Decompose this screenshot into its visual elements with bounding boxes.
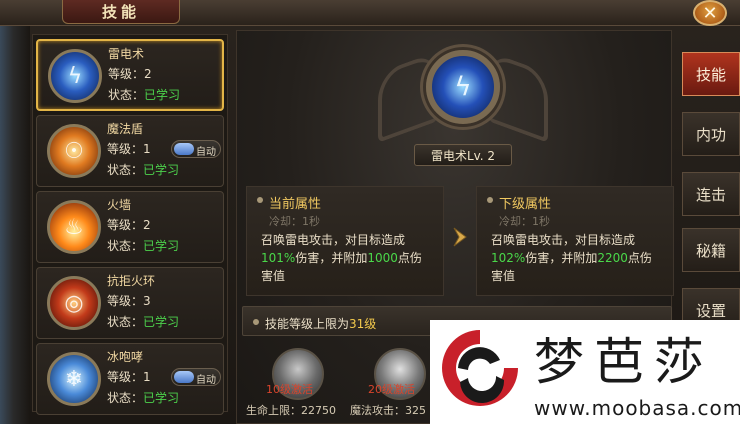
window-title-plate: 技能 (62, 0, 180, 24)
lightning-emblem-icon: ϟ (426, 50, 500, 124)
tab-skills[interactable]: 技能 (682, 52, 740, 96)
skill-item-ice-roar[interactable]: ❄ 冰咆哮 等级：1 状态：已学习 自动 (36, 343, 224, 415)
fire-wall-icon: ♨ (47, 200, 101, 254)
skill-state: 状态：已学习 (107, 315, 180, 329)
skill-state: 状态：已学习 (107, 391, 180, 405)
skill-emblem: ϟ 雷电术Lv. 2 (378, 42, 548, 170)
bullet-icon (253, 319, 259, 325)
skill-item-lightning[interactable]: ϟ 雷电术 等级：2 状态：已学习 (36, 39, 224, 111)
close-icon: ✕ (702, 2, 718, 24)
bonus-10-stat: 生命上限：22750 (246, 404, 336, 417)
bonus-20-label: 20级激活 (368, 383, 415, 396)
skill-level: 等级：3 (107, 294, 151, 308)
current-attributes-title: 当前属性 (269, 197, 322, 212)
bullet-icon (487, 197, 493, 203)
tab-inner-power[interactable]: 内功 (682, 112, 740, 156)
skill-window: 技能 ✕ ϟ 雷电术 等级：2 状态：已学习 ☉ 魔法盾 等级：1 状态：已学习… (0, 0, 740, 424)
ice-roar-icon: ❄ (47, 352, 101, 406)
skill-name: 魔法盾 (107, 122, 144, 136)
tab-combo[interactable]: 连击 (682, 172, 740, 216)
skill-list: ϟ 雷电术 等级：2 状态：已学习 ☉ 魔法盾 等级：1 状态：已学习 自动 ♨… (32, 34, 228, 415)
toggle-knob (174, 143, 194, 155)
window-title: 技能 (101, 3, 140, 21)
toggle-knob (174, 371, 194, 383)
watermark-logo-icon (442, 330, 518, 406)
skill-item-repel-ring[interactable]: ◎ 抗拒火环 等级：3 状态：已学习 (36, 267, 224, 339)
skill-state: 状态：已学习 (108, 88, 181, 102)
skill-level: 等级：2 (108, 67, 152, 81)
repel-ring-icon: ◎ (47, 276, 101, 330)
skill-name: 雷电术 (108, 47, 145, 61)
bonus-10-label: 10级激活 (266, 383, 313, 396)
skill-state: 状态：已学习 (107, 163, 180, 177)
level-cap-text: 技能等级上限为31级 (265, 317, 377, 331)
bonus-20-stat: 魔法攻击：325 (350, 404, 426, 417)
next-attributes: 下级属性 冷却：1秒 召唤雷电攻击，对目标造成 102%伤害，并附加2200点伤害… (476, 186, 674, 296)
close-button[interactable]: ✕ (693, 0, 727, 26)
skill-level: 等级：1 (107, 370, 151, 384)
bullet-icon (257, 197, 263, 203)
lightning-icon: ϟ (48, 49, 102, 103)
skill-item-magic-shield[interactable]: ☉ 魔法盾 等级：1 状态：已学习 自动 (36, 115, 224, 187)
skill-item-fire-wall[interactable]: ♨ 火墙 等级：2 状态：已学习 (36, 191, 224, 263)
next-attributes-title: 下级属性 (499, 197, 552, 212)
window-left-ornament (0, 0, 30, 424)
upgrade-arrow-icon (453, 227, 467, 247)
auto-label: 自动 (196, 147, 216, 158)
skill-name: 火墙 (107, 198, 132, 212)
current-attributes: 当前属性 冷却：1秒 召唤雷电攻击，对目标造成 101%伤害，并附加1000点伤害… (246, 186, 444, 296)
skill-name: 抗拒火环 (107, 274, 156, 288)
skill-level: 等级：1 (107, 142, 151, 156)
cooldown-text: 冷却：1秒 (269, 215, 320, 228)
effect-description: 召唤雷电攻击，对目标造成 101%伤害，并附加1000点伤 害值 (261, 233, 422, 283)
auto-label: 自动 (196, 375, 216, 386)
watermark-brand: 梦芭莎 (534, 333, 714, 391)
tab-secret-book[interactable]: 秘籍 (682, 228, 740, 272)
cooldown-text: 冷却：1秒 (499, 215, 550, 228)
skill-name: 冰咆哮 (107, 350, 144, 364)
auto-toggle[interactable]: 自动 (171, 140, 221, 158)
watermark-url: www.moobasa.com (534, 396, 740, 420)
skill-level: 等级：2 (107, 218, 151, 232)
magic-shield-icon: ☉ (47, 124, 101, 178)
auto-toggle[interactable]: 自动 (171, 368, 221, 386)
skill-state: 状态：已学习 (107, 239, 180, 253)
effect-description: 召唤雷电攻击，对目标造成 102%伤害，并附加2200点伤 害值 (491, 233, 652, 283)
skill-level-title: 雷电术Lv. 2 (414, 144, 512, 166)
watermark: 梦芭莎 www.moobasa.com (430, 320, 740, 424)
